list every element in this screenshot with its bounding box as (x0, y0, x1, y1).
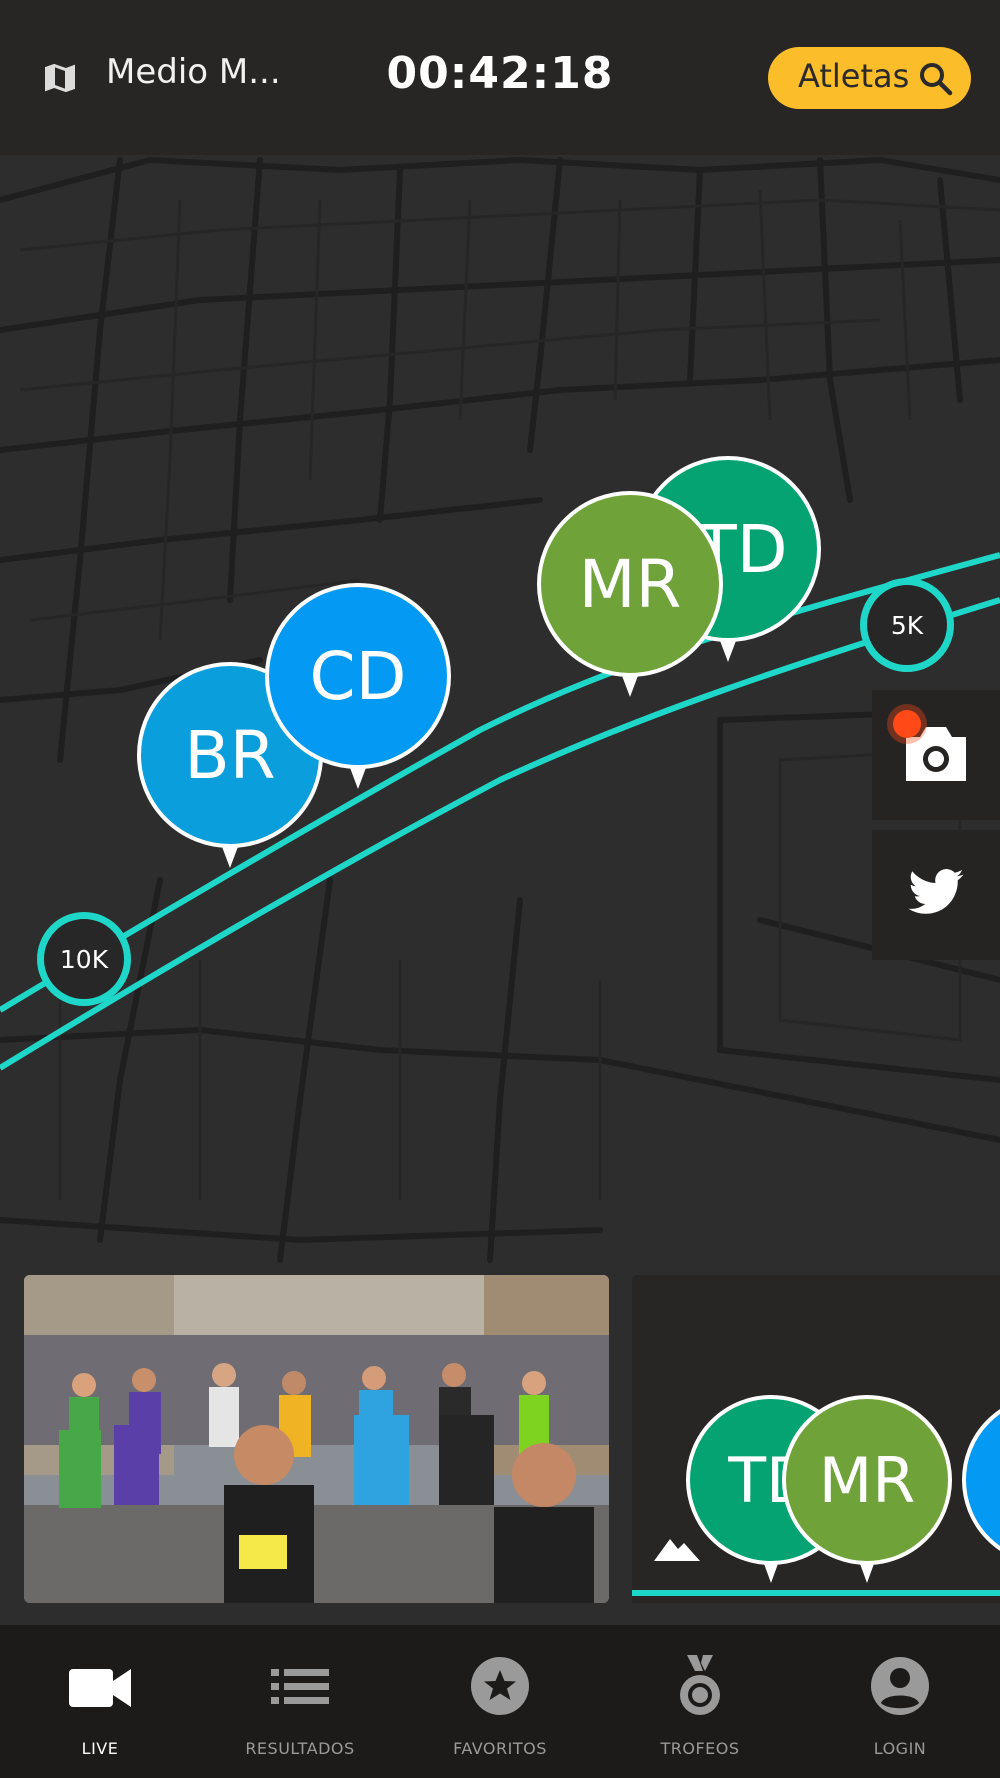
nav-item-resultados[interactable]: RESULTADOS (200, 1625, 400, 1778)
mini-runner-pin-mr[interactable]: MR (782, 1395, 952, 1585)
nav-item-live[interactable]: LIVE (0, 1625, 200, 1778)
runner-bubble: MR (537, 491, 723, 677)
runner-pin-tail (349, 765, 367, 789)
account-icon (867, 1655, 933, 1717)
top-bar: Medio M... 00:42:18 Atletas (0, 0, 1000, 155)
athletes-search-label: Atletas (798, 57, 910, 95)
search-icon (919, 62, 953, 96)
twitter-button[interactable] (872, 830, 1000, 960)
nav-item-trofeos[interactable]: TROFEOS (600, 1625, 800, 1778)
runner-bubble: MR (782, 1395, 952, 1565)
race-photo (24, 1275, 609, 1603)
race-name[interactable]: Medio M... (106, 52, 281, 92)
star-icon (467, 1655, 533, 1717)
live-video-card[interactable] (24, 1275, 609, 1603)
runner-initials: MR (578, 545, 682, 623)
bottom-nav: LIVE RESULTADOS FAVORITOS TROFEOS LOGIN (0, 1625, 1000, 1778)
km-marker-5k-label: 5K (890, 610, 924, 640)
video-camera-icon (67, 1655, 133, 1717)
recording-indicator (893, 710, 921, 738)
list-icon (267, 1655, 333, 1717)
twitter-icon (902, 863, 970, 927)
km-marker-5k[interactable]: 5K (860, 578, 954, 672)
runner-initials: MR (818, 1443, 916, 1517)
runner-bubble: CD (265, 583, 451, 769)
medal-icon (667, 1655, 733, 1717)
nav-label-resultados: RESULTADOS (245, 1739, 355, 1758)
km-marker-10k-label: 10K (59, 944, 109, 974)
mini-runner-pin-partial[interactable] (962, 1395, 1000, 1585)
nav-item-favoritos[interactable]: FAVORITOS (400, 1625, 600, 1778)
runner-pin-cd[interactable]: CD (265, 583, 451, 789)
nav-label-favoritos: FAVORITOS (453, 1739, 547, 1758)
runner-initials: CD (309, 637, 407, 715)
map-icon[interactable] (40, 58, 80, 98)
runner-pin-tail (859, 1561, 875, 1583)
mini-map-card[interactable]: TD MR (632, 1275, 1000, 1603)
app-root: Medio M... 00:42:18 Atletas 10K 5K TD MR… (0, 0, 1000, 1778)
nav-label-trofeos: TROFEOS (660, 1739, 740, 1758)
camera-button[interactable] (872, 690, 1000, 820)
runner-initials: BR (184, 716, 276, 794)
nav-item-login[interactable]: LOGIN (800, 1625, 1000, 1778)
runner-pin-tail (621, 673, 639, 697)
km-marker-10k[interactable]: 10K (37, 912, 131, 1006)
race-timer-value: 00:42:18 (386, 48, 614, 99)
runner-pin-tail (763, 1561, 779, 1583)
athletes-search-button[interactable]: Atletas (768, 47, 971, 109)
nav-label-live: LIVE (81, 1739, 119, 1758)
runner-bubble (962, 1395, 1000, 1565)
runner-pin-tail (221, 844, 239, 868)
runner-pin-mr[interactable]: MR (537, 491, 723, 697)
nav-label-login: LOGIN (873, 1739, 927, 1758)
mini-map-track (632, 1590, 1000, 1596)
